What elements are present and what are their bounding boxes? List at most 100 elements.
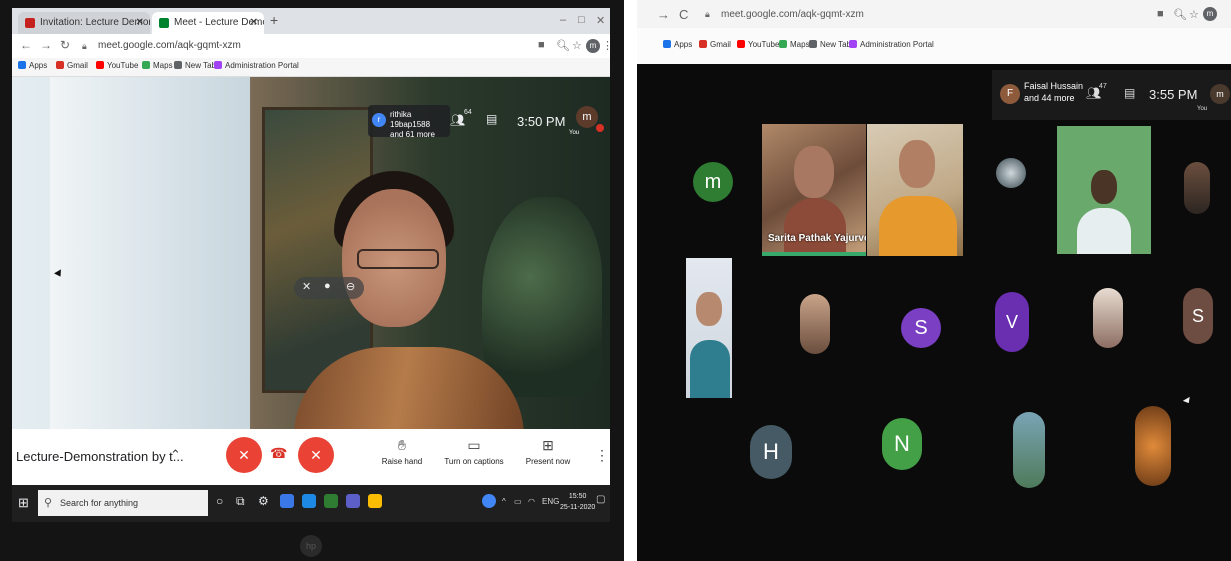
participant-avatar-v[interactable]: V xyxy=(995,292,1029,352)
reload-icon[interactable]: C xyxy=(679,7,688,22)
tab-close-icon[interactable]: ✕ xyxy=(136,12,144,34)
self-avatar[interactable]: m xyxy=(1210,84,1230,104)
more-options-icon[interactable]: ⋮ xyxy=(595,447,609,464)
participant-avatar-m[interactable]: m xyxy=(693,162,733,202)
mic-icon[interactable]: ● xyxy=(324,280,331,292)
address-bar: → C 🔒︎ meet.google.com/aqk-gqmt-xzm ■ 🔍︎… xyxy=(637,0,1231,28)
hang-up-button[interactable]: ☎ xyxy=(270,445,287,462)
task-view-icon[interactable]: ⧉ xyxy=(236,494,245,509)
curtain-background xyxy=(50,77,250,429)
tray-app-icon[interactable] xyxy=(482,494,496,508)
back-arrow-icon[interactable]: ← xyxy=(20,38,32,52)
close-window-icon[interactable]: ✕ xyxy=(596,14,605,27)
self-label: You xyxy=(1197,106,1208,112)
mic-muted-icon[interactable]: ✕ xyxy=(302,280,311,293)
present-button[interactable]: ⊞ Present now xyxy=(518,437,578,466)
battery-icon[interactable]: ▭ xyxy=(514,497,522,506)
participant-photo-avatar[interactable] xyxy=(1093,288,1123,348)
video-tile-participant[interactable] xyxy=(1057,126,1151,254)
menu-dots-icon[interactable]: ⋮ xyxy=(602,39,613,52)
speaker-body xyxy=(784,198,846,256)
participant-avatar-h[interactable]: H xyxy=(750,425,792,479)
language-indicator[interactable]: ENG xyxy=(542,497,559,506)
video-tile-speaker[interactable]: Sarita Pathak Yajurve... xyxy=(762,124,866,256)
windows-start-icon[interactable]: ⊞ xyxy=(18,495,29,511)
bookmark-apps[interactable]: Apps xyxy=(18,61,47,70)
bookmark-admin-portal[interactable]: Administration Portal xyxy=(214,61,299,70)
bookmark-new-tab[interactable]: New Tab xyxy=(809,40,851,49)
people-count: 64 xyxy=(464,109,472,116)
star-icon[interactable]: ☆ xyxy=(572,39,582,52)
maps-icon xyxy=(779,40,787,48)
participant-face xyxy=(899,140,935,188)
people-count: 47 xyxy=(1099,83,1107,90)
wifi-icon[interactable]: ◠ xyxy=(528,497,535,506)
profile-icon[interactable]: m xyxy=(586,39,600,53)
edge-icon[interactable] xyxy=(302,494,316,508)
chat-icon[interactable]: ▤ xyxy=(1124,86,1135,100)
cortana-icon[interactable]: ○ xyxy=(216,494,223,508)
chrome-icon[interactable] xyxy=(368,494,382,508)
host-chip[interactable]: Faisal Hussain and 44 more xyxy=(1024,80,1083,104)
video-tile-participant[interactable] xyxy=(686,258,732,398)
maximize-icon[interactable]: □ xyxy=(578,14,585,26)
participant-photo-avatar[interactable] xyxy=(800,294,830,354)
self-avatar[interactable]: m xyxy=(576,106,598,128)
participant-photo-avatar[interactable] xyxy=(1135,406,1171,486)
settings-gear-icon[interactable]: ⚙ xyxy=(258,494,269,508)
minimize-icon[interactable]: – xyxy=(560,14,566,26)
participant-avatar-s[interactable]: S xyxy=(901,308,941,348)
bookmark-youtube[interactable]: YouTube xyxy=(737,40,779,49)
teams-icon[interactable] xyxy=(346,494,360,508)
apps-icon xyxy=(18,61,26,69)
bookmark-maps[interactable]: Maps xyxy=(142,61,173,70)
camera-off-button[interactable]: ✕ xyxy=(298,437,334,473)
camera-icon[interactable]: ■ xyxy=(538,39,545,51)
url-text[interactable]: meet.google.com/aqk-gqmt-xzm xyxy=(721,9,864,20)
participant-photo-avatar[interactable] xyxy=(1013,412,1045,488)
participant-photo-avatar[interactable] xyxy=(996,158,1026,188)
store-icon[interactable] xyxy=(280,494,294,508)
reload-icon[interactable]: ↻ xyxy=(60,38,70,52)
participant-chip[interactable]: r rithika 19bap1588 and 61 more xyxy=(368,105,450,139)
tab-close-icon[interactable]: ✕ xyxy=(250,12,258,34)
profile-icon[interactable]: m xyxy=(1203,7,1217,21)
participant-face xyxy=(696,292,722,326)
forward-arrow-icon[interactable]: → xyxy=(657,7,670,22)
taskbar-search[interactable]: ⚲ Search for anything xyxy=(38,490,208,516)
video-tile-participant[interactable] xyxy=(867,124,963,256)
bookmark-admin-portal[interactable]: Administration Portal xyxy=(849,40,934,49)
notification-icon[interactable]: ▢ xyxy=(596,494,605,505)
bookmark-gmail[interactable]: Gmail xyxy=(699,40,731,49)
bookmarks-bar: Apps Gmail YouTube Maps New Tab Administ… xyxy=(637,28,1231,64)
zoom-icon[interactable]: 🔍︎ xyxy=(556,39,570,52)
participant-avatar-n[interactable]: N xyxy=(882,418,922,470)
new-tab-icon[interactable]: + xyxy=(270,12,278,28)
gmail-icon xyxy=(56,61,64,69)
bookmark-new-tab[interactable]: New Tab xyxy=(174,61,216,70)
bookmark-gmail[interactable]: Gmail xyxy=(56,61,88,70)
bookmark-youtube[interactable]: YouTube xyxy=(96,61,138,70)
tab-invitation[interactable]: Invitation: Lecture Demonstratio ✕ xyxy=(18,12,150,34)
remove-icon[interactable]: ⊖ xyxy=(346,280,355,293)
tab-meet[interactable]: Meet - Lecture Demonstrat ✕ xyxy=(152,12,264,34)
camera-icon[interactable]: ■ xyxy=(1157,8,1164,20)
forward-arrow-icon[interactable]: → xyxy=(40,38,52,52)
app-icon[interactable] xyxy=(324,494,338,508)
meeting-title[interactable]: Lecture-Demonstration by t... xyxy=(16,449,184,464)
chevron-up-icon[interactable]: ⌃ xyxy=(170,447,181,463)
taskbar-clock[interactable]: 15:50 25-11-2020 xyxy=(560,491,595,513)
chevron-up-icon[interactable]: ^ xyxy=(502,497,506,506)
url-text[interactable]: meet.google.com/aqk-gqmt-xzm xyxy=(98,40,241,51)
zoom-icon[interactable]: 🔍︎ xyxy=(1173,8,1187,21)
raise-hand-button[interactable]: ✋︎ Raise hand xyxy=(372,437,432,466)
captions-button[interactable]: ▭ Turn on captions xyxy=(436,437,512,466)
bookmark-maps[interactable]: Maps xyxy=(779,40,810,49)
participant-photo-avatar[interactable] xyxy=(1184,162,1210,214)
star-icon[interactable]: ☆ xyxy=(1189,8,1199,21)
bookmark-apps[interactable]: Apps xyxy=(663,40,692,49)
mic-off-button[interactable]: ✕ xyxy=(226,437,262,473)
participant-avatar-s[interactable]: S xyxy=(1183,288,1213,344)
chat-icon[interactable]: ▤ xyxy=(486,112,497,126)
people-icon[interactable]: 👥︎ xyxy=(450,113,465,127)
